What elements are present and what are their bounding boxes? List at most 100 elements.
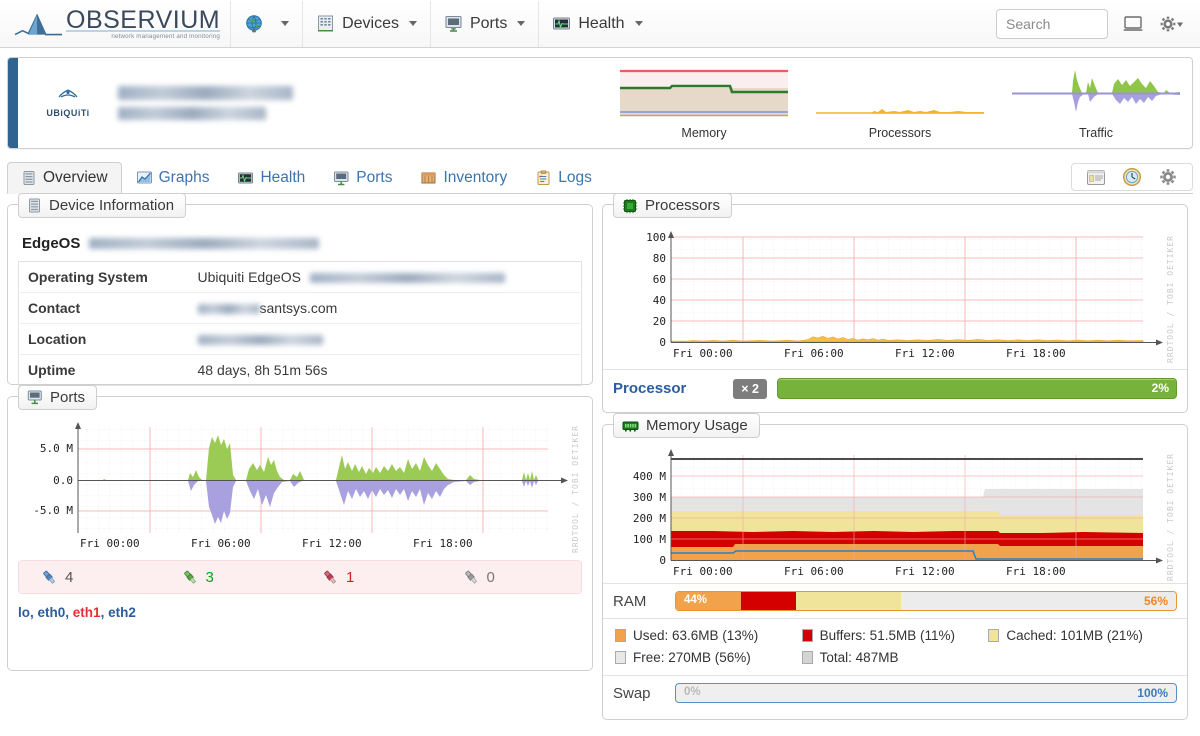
- legend-label: Used: 63.6MB (13%): [633, 628, 758, 643]
- traffic-minigraph[interactable]: Traffic: [1012, 66, 1180, 140]
- page-content: Device Information EdgeOS Operating Syst…: [0, 194, 1200, 720]
- row-value: Ubiquiti EdgeOS: [189, 262, 582, 293]
- box-icon: [420, 170, 437, 186]
- tab-graphs[interactable]: Graphs: [122, 162, 224, 194]
- right-column: Processors: [602, 204, 1188, 720]
- chevron-down-icon: [517, 21, 525, 26]
- redacted-device-name: [89, 238, 319, 249]
- port-count-value: 3: [206, 569, 214, 586]
- ports-panel-title: Ports: [18, 385, 97, 410]
- svg-text:Fri 00:00: Fri 00:00: [673, 565, 733, 578]
- svg-text:0: 0: [659, 554, 666, 567]
- swap-usage-bar[interactable]: 0% 100%: [675, 683, 1177, 703]
- tab-ports[interactable]: Ports: [319, 162, 406, 194]
- panel-title-text: Processors: [645, 197, 720, 214]
- nav-item-globe[interactable]: [230, 1, 302, 47]
- tab-health[interactable]: Health: [223, 162, 319, 194]
- processors-panel-title: Processors: [613, 193, 732, 218]
- svg-text:0: 0: [659, 336, 666, 349]
- observium-device-overview-page: OBSERVIUM network management and monitor…: [0, 0, 1200, 736]
- os-value-text: Ubiquiti EdgeOS: [198, 269, 302, 285]
- notes-icon[interactable]: [1086, 169, 1106, 186]
- nav-item-health-label: Health: [578, 15, 624, 33]
- nav-item-health[interactable]: Health: [538, 1, 655, 47]
- chevron-down-icon: [409, 21, 417, 26]
- tab-ports-label: Ports: [356, 169, 392, 187]
- ubiquiti-wordmark: UBiQUiTi: [40, 108, 96, 118]
- gear-icon[interactable]: [1158, 14, 1184, 34]
- ram-segment-free: [901, 592, 1176, 610]
- svg-text:-5.0 M: -5.0 M: [33, 504, 73, 517]
- svg-text:0.0: 0.0: [53, 474, 73, 487]
- mountain-logo-icon: [14, 9, 64, 39]
- device-status-accent: [8, 58, 18, 148]
- svg-text:Fri 06:00: Fri 06:00: [191, 537, 251, 550]
- memory-graph[interactable]: 400 M 300 M 200 M 100 M 0 Fri 00:00 Fri …: [613, 447, 1177, 581]
- plug-grey-icon: [463, 569, 479, 585]
- ram-usage-bar[interactable]: 44% 56%: [675, 591, 1177, 611]
- nav-item-devices[interactable]: Devices: [302, 1, 430, 47]
- port-link-eth2[interactable]: eth2: [108, 605, 136, 620]
- tab-inventory[interactable]: Inventory: [406, 162, 521, 194]
- ubiquiti-logo: UBiQUiTi: [40, 88, 96, 118]
- gear-icon[interactable]: [1158, 167, 1178, 187]
- rrdtool-watermark: RRDTOOL / TOBI OETIKER: [1166, 453, 1175, 581]
- ports-count-total[interactable]: 4: [19, 569, 160, 586]
- port-link-eth1[interactable]: eth1: [73, 605, 101, 620]
- legend-label: Free: 270MB (56%): [633, 650, 751, 665]
- nav-item-ports-label: Ports: [470, 15, 507, 33]
- processors-minigraph[interactable]: Processors: [816, 66, 984, 140]
- table-row: Uptime 48 days, 8h 51m 56s: [19, 355, 582, 386]
- panel-title-text: Device Information: [49, 197, 174, 214]
- port-link-lo[interactable]: lo: [18, 605, 30, 620]
- svg-text:Fri 06:00: Fri 06:00: [784, 565, 844, 578]
- swatch-cached: [988, 629, 999, 642]
- processors-graph[interactable]: 100 80 60 40 20 0 Fri 00:00 Fri 06:00 Fr…: [613, 229, 1177, 363]
- ports-traffic-graph[interactable]: 5.0 M 0.0 -5.0 M Fri 00:00 Fri 06:00 Fri…: [18, 419, 582, 554]
- comma: ,: [30, 605, 38, 620]
- observium-logo[interactable]: OBSERVIUM network management and monitor…: [10, 7, 230, 40]
- ports-count-down[interactable]: 1: [300, 569, 441, 586]
- table-row: Location: [19, 324, 582, 355]
- search-input[interactable]: [996, 9, 1108, 39]
- ubiquiti-mark-icon: [48, 88, 88, 105]
- legend-item-cached: Cached: 101MB (21%): [988, 628, 1175, 643]
- nav-item-ports[interactable]: Ports: [430, 1, 538, 47]
- device-information-title: Device Information: [18, 193, 186, 218]
- table-row: Operating System Ubiquiti EdgeOS: [19, 262, 582, 293]
- processor-name[interactable]: Processor: [613, 380, 686, 397]
- svg-text:Fri 00:00: Fri 00:00: [673, 347, 733, 360]
- tab-overview-label: Overview: [43, 169, 108, 187]
- ports-count-up[interactable]: 3: [160, 569, 301, 586]
- processor-usage-bar[interactable]: 2%: [777, 378, 1177, 399]
- svg-text:Fri 12:00: Fri 12:00: [302, 537, 362, 550]
- svg-text:5.0 M: 5.0 M: [40, 442, 73, 455]
- ram-segment-buffers: [741, 592, 796, 610]
- svg-text:200 M: 200 M: [633, 512, 666, 525]
- memory-minigraph-label: Memory: [620, 126, 788, 140]
- redacted-os-version: [310, 273, 505, 283]
- svg-text:Fri 18:00: Fri 18:00: [1006, 347, 1066, 360]
- port-count-value: 0: [487, 569, 495, 586]
- port-link-eth0[interactable]: eth0: [38, 605, 66, 620]
- svg-text:100 M: 100 M: [633, 533, 666, 546]
- port-icon: [444, 14, 463, 33]
- tab-logs[interactable]: Logs: [521, 162, 606, 194]
- ram-usage-row: RAM 44% 56%: [603, 583, 1187, 618]
- redacted-location: [198, 335, 323, 345]
- port-count-value: 4: [65, 569, 73, 586]
- memory-icon: [622, 419, 639, 433]
- clock-icon[interactable]: [1122, 167, 1142, 187]
- memory-minigraph[interactable]: Memory: [620, 66, 788, 140]
- tab-overview[interactable]: Overview: [7, 162, 122, 194]
- swatch-free: [615, 651, 626, 664]
- row-key: Uptime: [19, 355, 189, 386]
- clipboard-icon: [535, 170, 552, 186]
- port-icon: [333, 170, 350, 186]
- monitor-icon[interactable]: [1122, 14, 1144, 34]
- device-minigraphs: Memory Processors: [620, 58, 1192, 148]
- tab-graphs-label: Graphs: [159, 169, 210, 187]
- health-icon: [552, 14, 571, 33]
- ports-panel: Ports: [7, 396, 593, 671]
- ports-count-shutdown[interactable]: 0: [441, 569, 582, 586]
